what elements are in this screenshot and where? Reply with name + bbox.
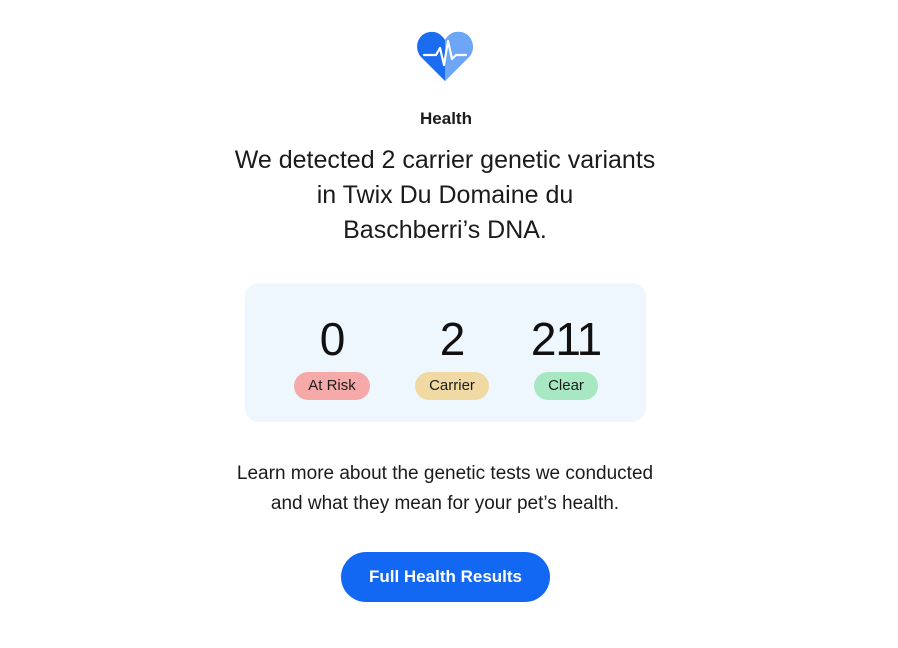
stat-at-risk: 0 At Risk	[277, 313, 387, 400]
headline: We detected 2 carrier genetic variants i…	[199, 143, 691, 248]
health-summary-page: Health We detected 2 carrier genetic var…	[0, 0, 898, 648]
learn-more-line-1: Learn more about the genetic tests we co…	[236, 463, 654, 484]
section-label: Health	[420, 109, 472, 128]
variant-stats-card: 0 At Risk 2 Carrier 211 Clear	[245, 283, 646, 422]
headline-line-1: We detected 2 carrier genetic variants	[234, 146, 656, 174]
stat-carrier: 2 Carrier	[397, 313, 507, 400]
carrier-count: 2	[439, 313, 466, 365]
learn-more-line-2: and what they mean for your pet’s health…	[270, 493, 620, 514]
headline-line-3: Baschberri’s DNA.	[343, 216, 547, 244]
carrier-badge: Carrier	[415, 372, 489, 400]
stat-clear: 211 Clear	[511, 313, 621, 400]
headline-line-2: in Twix Du Domaine du	[316, 181, 574, 209]
at-risk-count: 0	[319, 313, 346, 365]
full-health-results-button[interactable]: Full Health Results	[341, 552, 550, 602]
heart-pulse-icon	[417, 31, 473, 81]
learn-more-text: Learn more about the genetic tests we co…	[199, 459, 691, 519]
clear-badge: Clear	[534, 372, 598, 400]
clear-count: 211	[530, 313, 602, 365]
at-risk-badge: At Risk	[294, 372, 370, 400]
